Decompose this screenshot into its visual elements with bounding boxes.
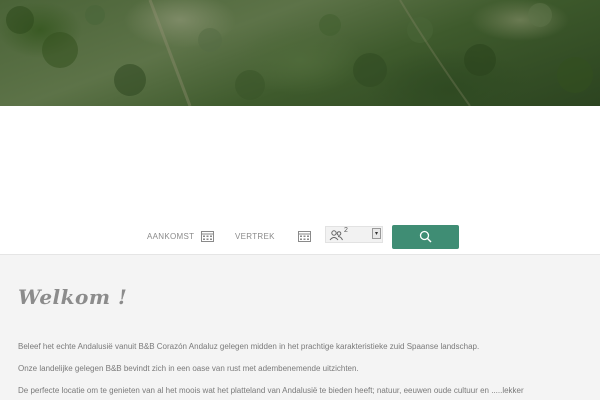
calendar-icon[interactable]	[201, 230, 214, 242]
welcome-paragraph: De perfecte locatie om te genieten van a…	[18, 386, 524, 395]
hero-image	[0, 0, 600, 106]
welcome-paragraph: Beleef het echte Andalusië vanuit B&B Co…	[18, 342, 480, 351]
welcome-title: Welkom !	[18, 285, 128, 309]
people-icon	[329, 230, 343, 241]
search-icon	[419, 230, 432, 243]
welcome-paragraph: Onze landelijke gelegen B&B bevindt zich…	[18, 364, 359, 373]
calendar-icon[interactable]	[298, 230, 311, 242]
guest-count-value: 2	[344, 227, 348, 234]
departure-date-field[interactable]: VERTREK	[235, 232, 275, 241]
arrival-date-field[interactable]: AANKOMST	[147, 232, 194, 241]
welcome-section: Welkom ! Beleef het echte Andalusië vanu…	[0, 255, 600, 400]
booking-bar: AANKOMST VERTREK 2 ▾	[0, 221, 600, 253]
hero-foliage	[6, 0, 593, 106]
search-button[interactable]	[392, 225, 459, 249]
chevron-down-icon[interactable]: ▾	[372, 228, 381, 239]
guest-count-select[interactable]: 2 ▾	[325, 226, 383, 243]
